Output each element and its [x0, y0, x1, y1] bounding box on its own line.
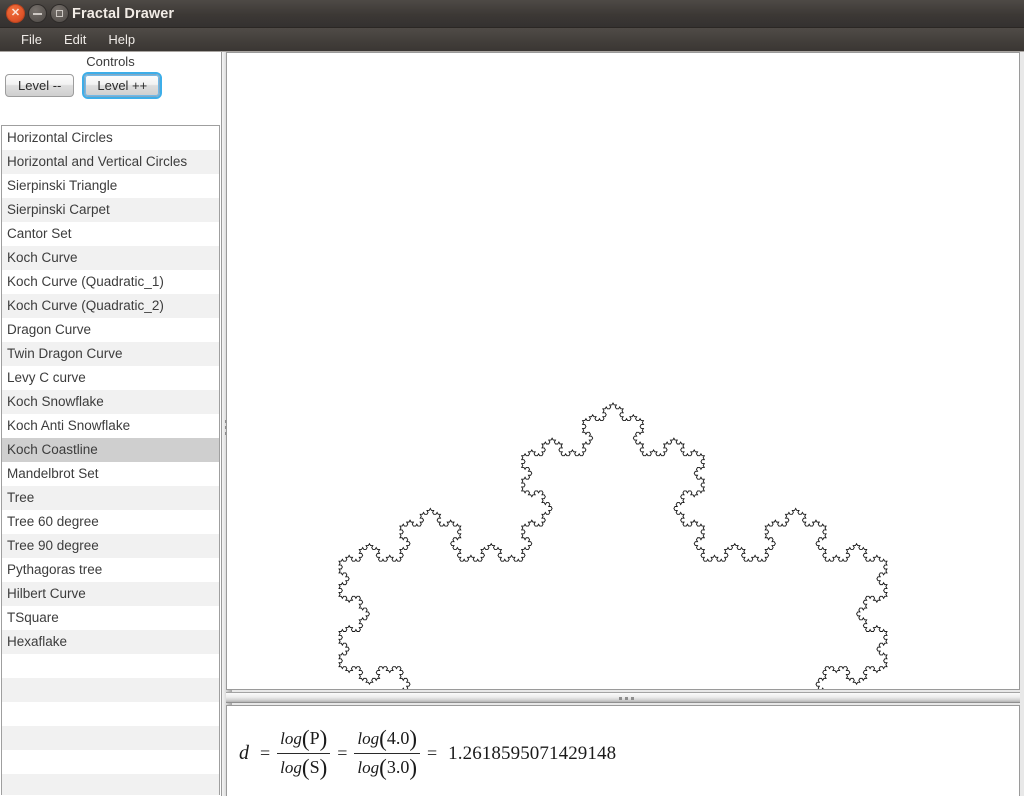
list-item-empty[interactable] — [2, 678, 219, 702]
right-side: d = log(P) log(S) = log(4.0) log(3.0) = — [226, 52, 1024, 796]
formula-den-numeric: log(3.0) — [357, 755, 417, 781]
controls-heading: Controls — [86, 54, 135, 69]
fraction-bar — [277, 752, 331, 755]
formula-num-symbolic: log(P) — [280, 726, 328, 751]
koch-anti-snowflake-path — [338, 402, 888, 689]
minimize-icon — [33, 12, 42, 15]
list-item[interactable]: Koch Curve (Quadratic_1) — [2, 270, 219, 294]
list-item-empty[interactable] — [2, 774, 219, 795]
list-item[interactable]: Koch Anti Snowflake — [2, 414, 219, 438]
formula-variable: d — [239, 742, 249, 764]
list-item[interactable]: Tree 60 degree — [2, 510, 219, 534]
list-item[interactable]: Cantor Set — [2, 222, 219, 246]
list-item[interactable]: Hilbert Curve — [2, 582, 219, 606]
main-content: Controls Level -- Level ++ FRACTAL SHAPE… — [0, 52, 1024, 796]
horizontal-splitter-grip — [619, 697, 634, 700]
menu-item-file[interactable]: File — [10, 30, 53, 49]
level-up-button[interactable]: Level ++ — [82, 72, 163, 99]
close-icon: ✕ — [10, 7, 21, 19]
title-bar: ✕ Fractal Drawer — [0, 0, 1024, 28]
formula-den-symbolic: log(S) — [280, 755, 328, 781]
level-button-row: Level -- Level ++ — [5, 72, 163, 99]
formula-equals-1: = — [260, 743, 271, 763]
list-item[interactable]: Koch Coastline — [2, 438, 219, 462]
list-item[interactable]: Horizontal and Vertical Circles — [2, 150, 219, 174]
level-down-button[interactable]: Level -- — [5, 74, 75, 97]
list-item[interactable]: Dragon Curve — [2, 318, 219, 342]
list-item[interactable]: Sierpinski Triangle — [2, 174, 219, 198]
list-item[interactable]: Sierpinski Carpet — [2, 198, 219, 222]
formula-num-numeric: log(4.0) — [357, 726, 417, 751]
list-item[interactable]: Tree — [2, 486, 219, 510]
list-item-empty[interactable] — [2, 726, 219, 750]
list-item[interactable]: Hexaflake — [2, 630, 219, 654]
list-item[interactable]: Tree 90 degree — [2, 534, 219, 558]
fractal-canvas-panel[interactable] — [226, 52, 1020, 690]
horizontal-splitter[interactable] — [226, 692, 1020, 703]
list-item[interactable]: Mandelbrot Set — [2, 462, 219, 486]
application-window: ✕ Fractal Drawer File Edit Help Controls… — [0, 0, 1024, 796]
left-panel: Controls Level -- Level ++ FRACTAL SHAPE… — [0, 52, 222, 796]
list-item-empty[interactable] — [2, 702, 219, 726]
list-item[interactable]: TSquare — [2, 606, 219, 630]
formula-result: 1.2618595071429148 — [448, 742, 617, 764]
close-button[interactable]: ✕ — [6, 4, 25, 23]
menu-item-edit[interactable]: Edit — [53, 30, 97, 49]
list-item-empty[interactable] — [2, 654, 219, 678]
fractal-drawing — [338, 402, 888, 689]
list-item[interactable]: Levy C curve — [2, 366, 219, 390]
fractal-shape-list[interactable]: Horizontal Circles Horizontal and Vertica… — [1, 125, 220, 795]
list-item[interactable]: Koch Curve (Quadratic_2) — [2, 294, 219, 318]
formula-equals-2: = — [337, 743, 348, 763]
menu-bar: File Edit Help — [0, 28, 1024, 52]
window-buttons: ✕ — [6, 4, 69, 23]
dimension-formula: d = log(P) log(S) = log(4.0) log(3.0) = — [239, 726, 616, 781]
fraction-bar — [354, 752, 420, 755]
list-item-empty[interactable] — [2, 750, 219, 774]
list-item[interactable]: Horizontal Circles — [2, 126, 219, 150]
list-item[interactable]: Koch Curve — [2, 246, 219, 270]
list-item[interactable]: Pythagoras tree — [2, 558, 219, 582]
list-item[interactable]: Twin Dragon Curve — [2, 342, 219, 366]
maximize-icon — [56, 10, 63, 17]
maximize-button[interactable] — [50, 4, 69, 23]
window-title: Fractal Drawer — [72, 6, 175, 22]
formula-equals-3: = — [426, 743, 438, 763]
formula-panel: d = log(P) log(S) = log(4.0) log(3.0) = — [226, 705, 1020, 796]
list-item[interactable]: Koch Snowflake — [2, 390, 219, 414]
minimize-button[interactable] — [28, 4, 47, 23]
formula-fraction-numeric: log(4.0) log(3.0) — [354, 726, 420, 781]
menu-item-help[interactable]: Help — [97, 30, 146, 49]
formula-fraction-symbolic: log(P) log(S) — [277, 726, 331, 781]
